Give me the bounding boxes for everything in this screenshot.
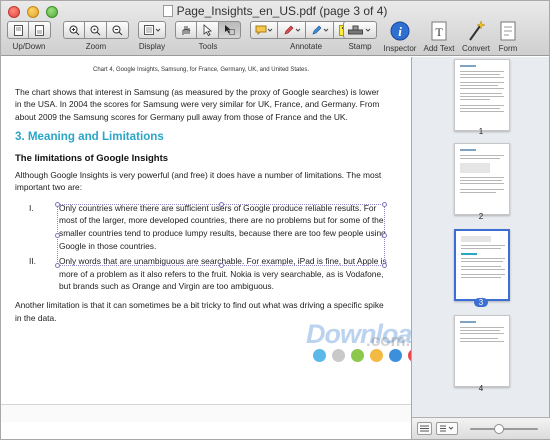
thumbnail-list[interactable]: 1 2 3 4 [412, 57, 549, 417]
list-item: II. Only words that are unambiguous are … [29, 255, 387, 293]
stamp-icon [348, 25, 371, 35]
thumbnail-label: 4 [478, 384, 484, 393]
zoom-in-button[interactable] [63, 21, 85, 39]
magic-wand-icon [469, 20, 486, 41]
display-mode-button[interactable] [138, 21, 166, 39]
page-content: Chart 4, Google Insights, Samsung, for F… [1, 57, 401, 324]
display-group: Display [138, 21, 166, 53]
thumbnail-size-slider[interactable] [470, 424, 538, 434]
closing-paragraph: Another limitation is that it can someti… [15, 299, 384, 323]
intro-paragraph: The chart shows that interest in Samsung… [15, 86, 380, 122]
zoom-label: Zoom [85, 42, 107, 51]
pencil-icon [284, 25, 300, 35]
zoom-fit-button[interactable] [85, 21, 107, 39]
watermark-dot [351, 349, 364, 362]
grid-icon [420, 425, 429, 432]
zoom-in-icon [69, 25, 79, 35]
updown-label: Up/Down [12, 42, 46, 51]
thumbnail-view-button[interactable] [417, 422, 432, 435]
stamp-button[interactable] [343, 21, 377, 39]
inspector-label: Inspector [383, 44, 417, 53]
page-down-icon [35, 25, 44, 36]
watermark-dots [313, 349, 411, 362]
tools-label: Tools [198, 42, 218, 51]
form-icon [500, 21, 516, 41]
zoom-out-button[interactable] [107, 21, 129, 39]
slider-knob[interactable] [494, 424, 504, 434]
hand-icon [182, 26, 191, 35]
page-footer-strip [1, 404, 411, 422]
watermark-dot [370, 349, 383, 362]
zoom-fit-icon [90, 25, 101, 35]
chart-caption: Chart 4, Google Insights, Samsung, for F… [93, 67, 309, 73]
tools-group: Tools [175, 21, 241, 53]
page-thumbnail-active[interactable] [454, 229, 510, 301]
svg-text:i: i [398, 24, 402, 39]
add-text-icon: T [431, 21, 447, 41]
stamp-group: Stamp [343, 21, 377, 53]
window-title: Page_Insights_en_US.pdf (page 3 of 4) [176, 4, 388, 18]
form-label: Form [498, 44, 518, 53]
inspector-button[interactable]: i Inspector [378, 20, 422, 53]
limitations-intro: Although Google Insights is very powerfu… [15, 169, 382, 193]
display-label: Display [138, 42, 166, 51]
zoom-group: Zoom [63, 21, 129, 53]
highlighter-annotation-button[interactable] [306, 21, 334, 39]
thumbnail-label: 1 [478, 127, 484, 136]
updown-group: Up/Down [7, 21, 51, 53]
watermark-domain: .com.vn [366, 331, 411, 350]
info-icon: i [390, 21, 410, 41]
stamp-label: Stamp [348, 42, 372, 51]
watermark-dot [389, 349, 402, 362]
list-item-number: I. [29, 202, 34, 213]
options-dropdown-icon [439, 425, 453, 432]
note-annotation-button[interactable] [250, 21, 278, 39]
marquee-cursor-icon [224, 25, 235, 35]
pen-annotation-button[interactable] [278, 21, 306, 39]
form-button[interactable]: Form [486, 20, 530, 53]
sidebar-options-button[interactable] [436, 422, 458, 435]
display-pages-icon [143, 25, 160, 35]
subheading: The limitations of Google Insights [15, 152, 169, 164]
zoom-out-icon [112, 25, 123, 35]
svg-text:T: T [435, 25, 443, 39]
selected-text-block[interactable]: Only countries where there are sufficien… [59, 202, 387, 252]
thumbnail-label: 2 [478, 212, 484, 221]
document-view[interactable]: Chart 4, Google Insights, Samsung, for F… [1, 57, 411, 422]
window-title-bar: Page_Insights_en_US.pdf (page 3 of 4) [1, 4, 549, 18]
thumbnail-sidebar: 1 2 3 4 [411, 57, 550, 439]
watermark-dot [313, 349, 326, 362]
speech-bubble-icon [255, 25, 273, 35]
highlighter-icon [312, 25, 328, 35]
list-item: I. Only countries where there are suffic… [29, 202, 387, 252]
page-thumbnail[interactable] [454, 315, 510, 387]
list-item-number: II. [29, 256, 36, 267]
app-window: Page_Insights_en_US.pdf (page 3 of 4) Up… [0, 0, 550, 440]
sidebar-bottom-bar [412, 417, 550, 439]
list-item-text: Only words that are unambiguous are sear… [59, 256, 387, 292]
page-up-button[interactable] [7, 21, 29, 39]
page-thumbnail[interactable] [454, 59, 510, 131]
select-tool-button[interactable] [197, 21, 219, 39]
thumbnail-label-active: 3 [412, 298, 550, 307]
text-select-tool-button[interactable] [219, 21, 241, 39]
pdf-document-icon [162, 5, 173, 17]
watermark-dot [332, 349, 345, 362]
page-thumbnail[interactable] [454, 143, 510, 215]
page-down-button[interactable] [29, 21, 51, 39]
section-heading: 3. Meaning and Limitations [15, 130, 164, 144]
toolbar: Page_Insights_en_US.pdf (page 3 of 4) Up… [1, 1, 549, 56]
hand-tool-button[interactable] [175, 21, 197, 39]
arrow-cursor-icon [203, 24, 212, 36]
page-up-icon [13, 25, 23, 36]
